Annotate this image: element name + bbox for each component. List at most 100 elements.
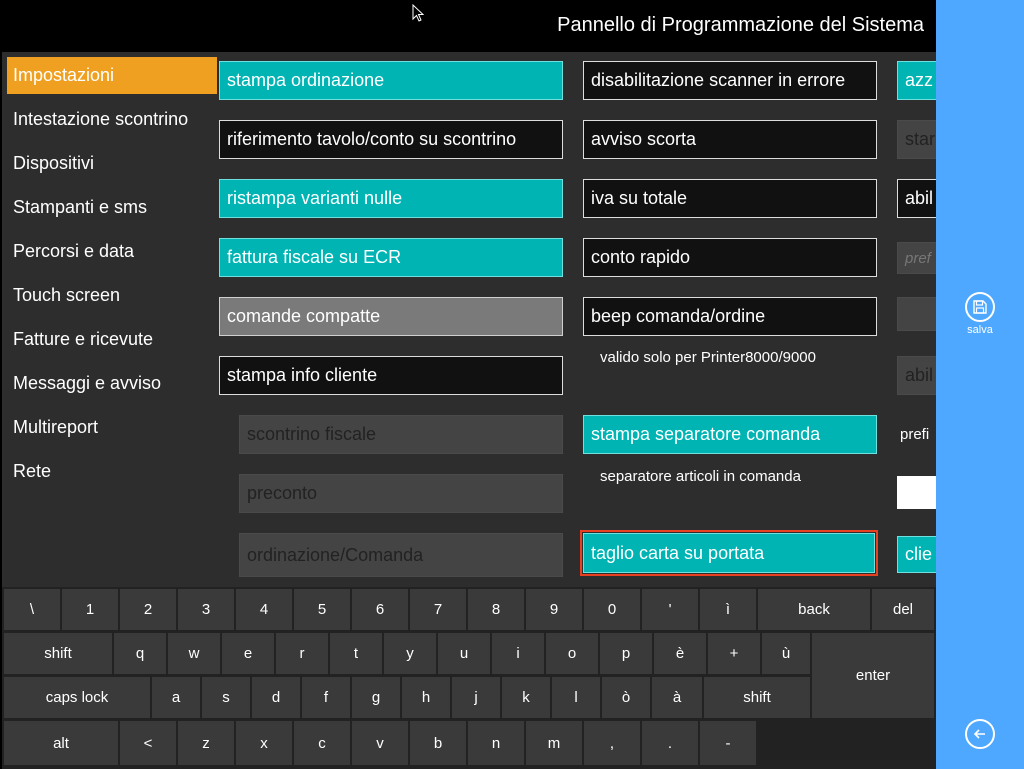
settings-content: stampa ordinazione riferimento tavolo/co…: [217, 52, 936, 587]
toggle-stampa-separatore-comanda[interactable]: stampa separatore comanda: [583, 415, 877, 454]
field-col3-pref: pref: [897, 242, 936, 274]
toggle-riferimento-tavolo[interactable]: riferimento tavolo/conto su scontrino: [219, 120, 563, 159]
key-u[interactable]: u: [438, 633, 490, 674]
sidebar-item-dispositivi[interactable]: Dispositivi: [7, 145, 217, 182]
toggle-preconto: preconto: [239, 474, 563, 513]
sidebar-item-messaggi-e-avviso[interactable]: Messaggi e avviso: [7, 365, 217, 402]
key-comma[interactable]: ,: [584, 721, 640, 765]
key-2[interactable]: 2: [120, 589, 176, 630]
key-plus[interactable]: +: [708, 633, 760, 674]
key-m[interactable]: m: [526, 721, 582, 765]
virtual-keyboard: \ 1 2 3 4 5 6 7 8 9 0 ' ì back del shift…: [2, 587, 936, 769]
key-k[interactable]: k: [502, 677, 550, 718]
key-3[interactable]: 3: [178, 589, 234, 630]
input-col3-white[interactable]: [897, 476, 936, 509]
page-title: Pannello di Programmazione del Sistema: [557, 13, 924, 36]
key-6[interactable]: 6: [352, 589, 408, 630]
toggle-col3-abil-2: abil: [897, 356, 936, 395]
toggle-col3-abil[interactable]: abil: [897, 179, 936, 218]
key-j[interactable]: j: [452, 677, 500, 718]
key-delete[interactable]: del: [872, 589, 934, 630]
toggle-beep-comanda[interactable]: beep comanda/ordine: [583, 297, 877, 336]
toggle-iva-su-totale[interactable]: iva su totale: [583, 179, 877, 218]
key-1[interactable]: 1: [62, 589, 118, 630]
key-backslash[interactable]: \: [4, 589, 60, 630]
key-n[interactable]: n: [468, 721, 524, 765]
key-shift-left[interactable]: shift: [4, 633, 112, 674]
key-c[interactable]: c: [294, 721, 350, 765]
key-r[interactable]: r: [276, 633, 328, 674]
toggle-ristampa-varianti-nulle[interactable]: ristampa varianti nulle: [219, 179, 563, 218]
toggle-stampa-info-cliente[interactable]: stampa info cliente: [219, 356, 563, 395]
toggle-col3-clie[interactable]: clie: [897, 536, 936, 573]
save-label: salva: [967, 324, 993, 336]
key-caps-lock[interactable]: caps lock: [4, 677, 150, 718]
right-panel: salva: [936, 0, 1024, 769]
sidebar-item-touch-screen[interactable]: Touch screen: [7, 277, 217, 314]
key-e-grave[interactable]: è: [654, 633, 706, 674]
toggle-col3-azz[interactable]: azz: [897, 61, 936, 100]
key-s[interactable]: s: [202, 677, 250, 718]
key-x[interactable]: x: [236, 721, 292, 765]
key-t[interactable]: t: [330, 633, 382, 674]
key-a-grave[interactable]: à: [652, 677, 702, 718]
key-enter[interactable]: enter: [812, 633, 934, 718]
key-h[interactable]: h: [402, 677, 450, 718]
sidebar-item-rete[interactable]: Rete: [7, 453, 217, 490]
key-o[interactable]: o: [546, 633, 598, 674]
sidebar: Impostazioni Intestazione scontrino Disp…: [2, 52, 217, 587]
key-less-than[interactable]: <: [120, 721, 176, 765]
sidebar-item-impostazioni[interactable]: Impostazioni: [7, 57, 217, 94]
key-d[interactable]: d: [252, 677, 300, 718]
key-period[interactable]: .: [642, 721, 698, 765]
toggle-stampa-ordinazione[interactable]: stampa ordinazione: [219, 61, 563, 100]
key-f[interactable]: f: [302, 677, 350, 718]
toggle-disabilitazione-scanner[interactable]: disabilitazione scanner in errore: [583, 61, 877, 100]
note-separatore: separatore articoli in comanda: [600, 468, 801, 485]
key-apostrophe[interactable]: ': [642, 589, 698, 630]
key-5[interactable]: 5: [294, 589, 350, 630]
toggle-scontrino-fiscale: scontrino fiscale: [239, 415, 563, 454]
key-l[interactable]: l: [552, 677, 600, 718]
key-8[interactable]: 8: [468, 589, 524, 630]
toggle-conto-rapido[interactable]: conto rapido: [583, 238, 877, 277]
key-backspace[interactable]: back: [758, 589, 870, 630]
toggle-col3-star: star: [897, 120, 936, 159]
toggle-taglio-carta-su-portata[interactable]: taglio carta su portata: [580, 530, 878, 576]
mouse-cursor-icon: [412, 3, 426, 22]
save-button[interactable]: salva: [960, 292, 1000, 336]
sidebar-item-fatture-e-ricevute[interactable]: Fatture e ricevute: [7, 321, 217, 358]
save-icon: [965, 292, 995, 322]
key-b[interactable]: b: [410, 721, 466, 765]
key-q[interactable]: q: [114, 633, 166, 674]
key-o-grave[interactable]: ò: [602, 677, 650, 718]
key-shift-right[interactable]: shift: [704, 677, 810, 718]
note-printer: valido solo per Printer8000/9000: [600, 349, 816, 366]
key-i-grave[interactable]: ì: [700, 589, 756, 630]
back-button[interactable]: [960, 719, 1000, 749]
sidebar-item-multireport[interactable]: Multireport: [7, 409, 217, 446]
key-z[interactable]: z: [178, 721, 234, 765]
key-e[interactable]: e: [222, 633, 274, 674]
toggle-fattura-fiscale-ecr[interactable]: fattura fiscale su ECR: [219, 238, 563, 277]
key-v[interactable]: v: [352, 721, 408, 765]
key-a[interactable]: a: [152, 677, 200, 718]
key-7[interactable]: 7: [410, 589, 466, 630]
key-0[interactable]: 0: [584, 589, 640, 630]
sidebar-item-percorsi-e-data[interactable]: Percorsi e data: [7, 233, 217, 270]
key-g[interactable]: g: [352, 677, 400, 718]
key-4[interactable]: 4: [236, 589, 292, 630]
key-9[interactable]: 9: [526, 589, 582, 630]
key-i[interactable]: i: [492, 633, 544, 674]
key-y[interactable]: y: [384, 633, 436, 674]
sidebar-item-intestazione-scontrino[interactable]: Intestazione scontrino: [7, 101, 217, 138]
toggle-avviso-scorta[interactable]: avviso scorta: [583, 120, 877, 159]
key-u-grave[interactable]: ù: [762, 633, 810, 674]
key-minus[interactable]: -: [700, 721, 756, 765]
toggle-comande-compatte[interactable]: comande compatte: [219, 297, 563, 336]
sidebar-item-stampanti-e-sms[interactable]: Stampanti e sms: [7, 189, 217, 226]
toggle-ordinazione-comanda: ordinazione/Comanda: [239, 533, 563, 577]
key-p[interactable]: p: [600, 633, 652, 674]
key-w[interactable]: w: [168, 633, 220, 674]
key-alt[interactable]: alt: [4, 721, 118, 765]
